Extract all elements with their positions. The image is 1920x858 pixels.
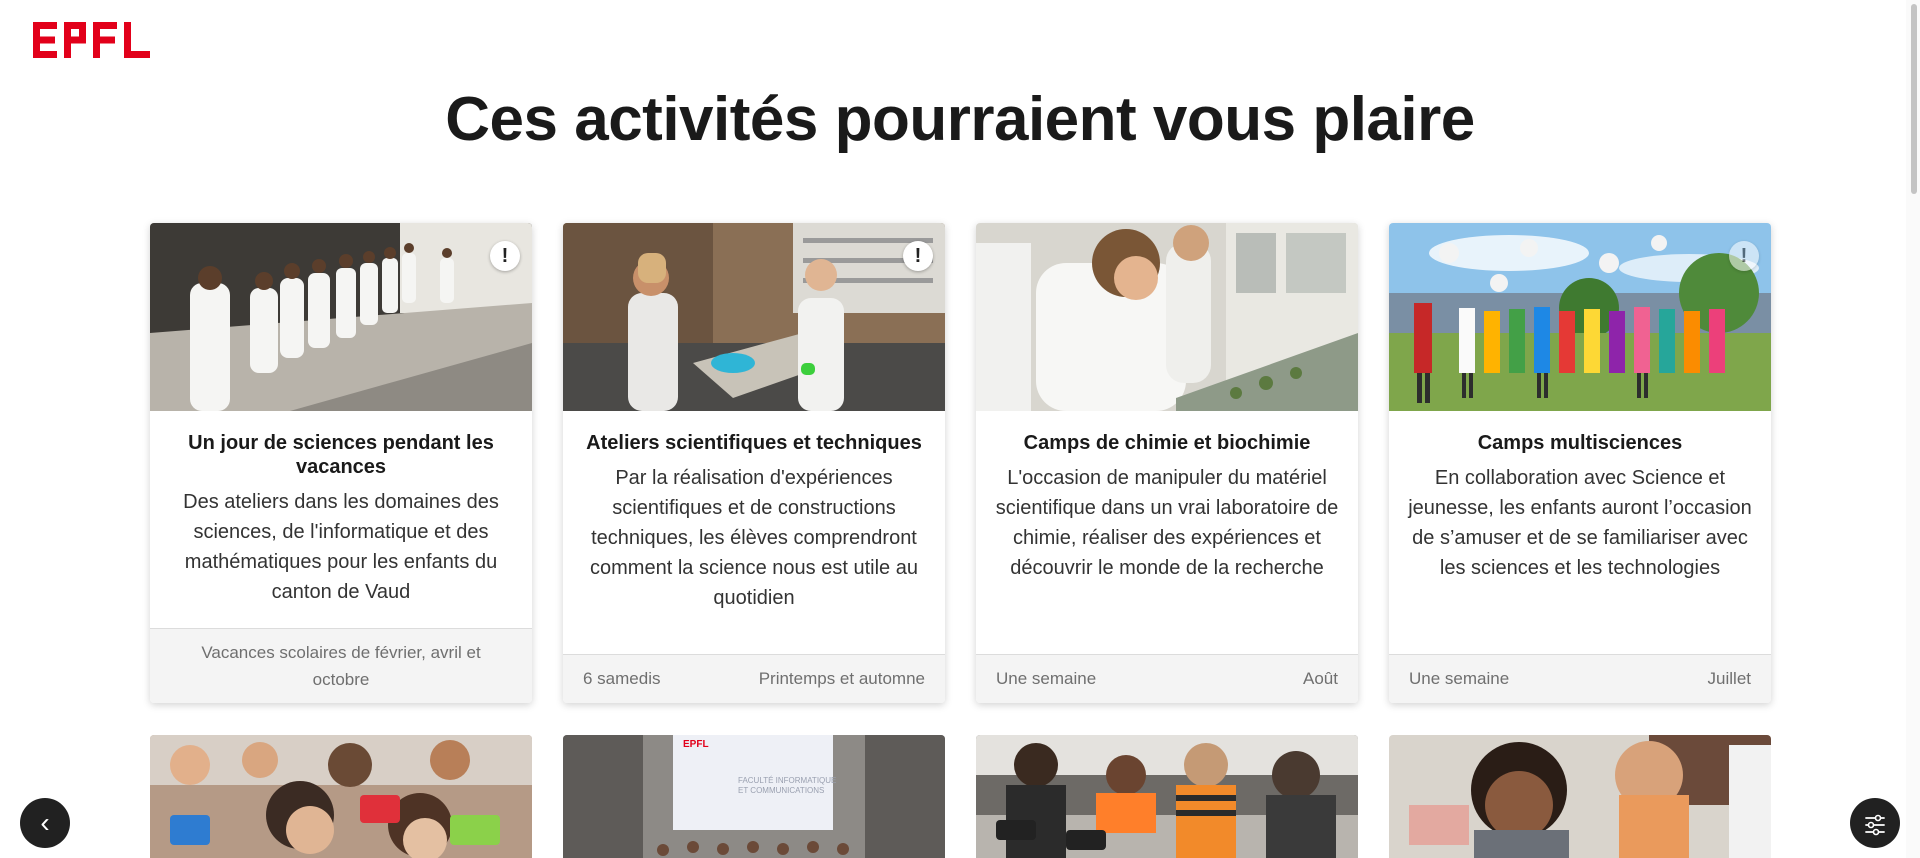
card-image: ! [150, 223, 532, 411]
scrollbar[interactable] [1906, 0, 1920, 858]
card-description: Des ateliers dans les domaines des scien… [183, 491, 499, 603]
card-image: EPFL FACULTÉ INFORMATIQUE ET COMMUNICATI… [563, 735, 945, 858]
activity-card[interactable] [1389, 735, 1771, 858]
card-image [976, 223, 1358, 411]
card-footer: Une semaine Août [976, 654, 1358, 703]
alert-icon[interactable]: ! [1729, 241, 1759, 271]
activity-card[interactable]: ! Un jour de sciences pendant les vacanc… [150, 223, 532, 703]
page-title: Ces activités pourraient vous plaire [445, 85, 1475, 154]
card-title: Un jour de sciences pendant les vacances [188, 432, 494, 478]
svg-text:EPFL: EPFL [683, 739, 709, 750]
svg-text:ET COMMUNICATIONS: ET COMMUNICATIONS [738, 786, 824, 795]
card-footer: Une semaine Juillet [1389, 654, 1771, 703]
activity-card[interactable]: Camps de chimie et biochimie L'occasion … [976, 223, 1358, 703]
card-image: ! [1389, 223, 1771, 411]
card-footer: 6 samedis Printemps et automne [563, 654, 945, 703]
card-description: L'occasion de manipuler du matériel scie… [995, 467, 1339, 579]
card-image: ! [563, 223, 945, 411]
card-period: Vacances scolaires de février, avril et … [201, 643, 481, 689]
card-footer: Vacances scolaires de février, avril et … [150, 628, 532, 703]
card-title: Ateliers scientifiques et techniques [586, 432, 922, 454]
card-title: Camps de chimie et biochimie [1023, 432, 1311, 454]
sliders-icon [1865, 814, 1885, 835]
card-image [976, 735, 1358, 858]
card-image [1389, 735, 1771, 858]
activity-card[interactable] [976, 735, 1358, 858]
activity-card[interactable]: ! Ateliers scientifiques et techniques P… [563, 223, 945, 703]
activity-card[interactable]: EPFL FACULTÉ INFORMATIQUE ET COMMUNICATI… [563, 735, 945, 858]
card-duration: 6 samedis [583, 669, 661, 688]
card-season: Juillet [1707, 669, 1751, 688]
slide-text: FACULTÉ INFORMATIQUE [738, 776, 836, 785]
card-duration: Une semaine [996, 669, 1097, 688]
alert-icon[interactable]: ! [903, 241, 933, 271]
activity-card[interactable]: ! Camps multisciences En collaboration a… [1389, 223, 1771, 703]
activity-card[interactable] [150, 735, 532, 858]
card-image [150, 735, 532, 858]
card-season: Printemps et automne [758, 669, 925, 688]
card-title: Camps multisciences [1477, 432, 1683, 454]
card-description: En collaboration avec Science et jeuness… [1408, 467, 1752, 579]
filter-button[interactable] [1850, 798, 1900, 848]
card-description: Par la réalisation d'expériences scienti… [590, 467, 918, 609]
card-duration: Une semaine [1409, 669, 1510, 688]
prev-button[interactable]: ‹ [20, 798, 70, 848]
card-season: Août [1303, 669, 1338, 688]
epfl-logo[interactable] [33, 22, 151, 58]
alert-icon[interactable]: ! [490, 241, 520, 271]
scrollbar-thumb[interactable] [1911, 4, 1917, 194]
